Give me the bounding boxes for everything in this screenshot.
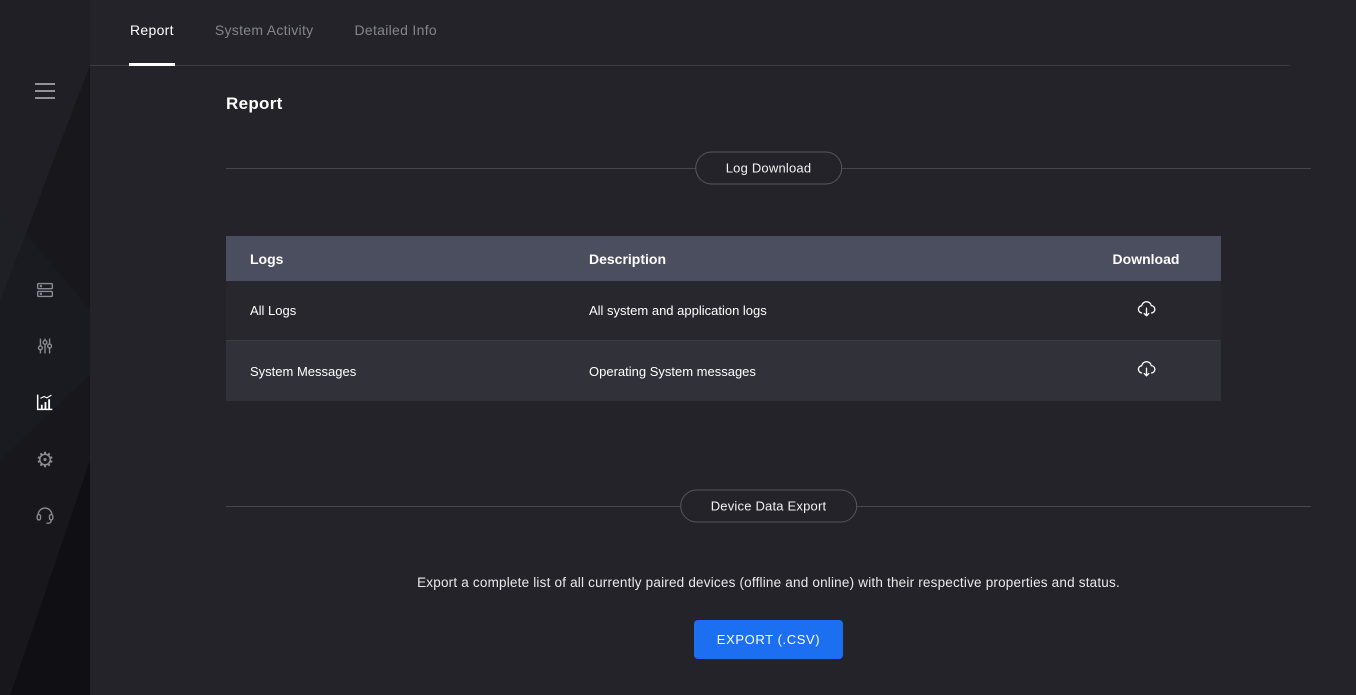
logs-table-header: Logs Description Download (226, 236, 1221, 281)
hamburger-icon (33, 82, 57, 105)
sidebar-item-devices[interactable] (25, 280, 65, 304)
download-button[interactable] (1131, 356, 1161, 386)
table-row: System Messages Operating System message… (226, 341, 1221, 401)
device-export-section-button[interactable]: Device Data Export (680, 490, 858, 523)
sidebar-item-settings[interactable]: ⚙ (25, 448, 65, 472)
sidebar-item-support[interactable] (25, 504, 65, 528)
sidebar-item-settings-tune[interactable] (25, 336, 65, 360)
sidebar-nav: ⚙ (0, 280, 90, 528)
headset-icon (34, 503, 56, 530)
cloud-download-icon (1136, 299, 1157, 323)
page-title: Report (226, 94, 1311, 114)
tab-report[interactable]: Report (129, 22, 175, 65)
device-export-section-divider: Device Data Export (226, 490, 1311, 522)
export-description: Export a complete list of all currently … (226, 575, 1311, 590)
log-name: System Messages (226, 364, 565, 379)
gear-icon: ⚙ (36, 450, 55, 471)
log-description: All system and application logs (565, 303, 1071, 318)
log-description: Operating System messages (565, 364, 1071, 379)
log-name: All Logs (226, 303, 565, 318)
log-download-section-button[interactable]: Log Download (695, 152, 843, 185)
chart-icon (34, 391, 56, 418)
log-download-section-divider: Log Download (226, 152, 1311, 184)
download-button[interactable] (1131, 296, 1161, 326)
logs-table: Logs Description Download All Logs All s… (226, 236, 1221, 401)
tab-detailed-info[interactable]: Detailed Info (353, 22, 438, 65)
cloud-download-icon (1136, 359, 1157, 383)
sidebar: ⚙ (0, 0, 90, 695)
column-header-description: Description (565, 251, 1071, 267)
content: Report Log Download Logs Description Dow… (90, 94, 1356, 659)
server-icon (34, 279, 56, 306)
tabs-bar: Report System Activity Detailed Info (90, 0, 1290, 66)
column-header-logs: Logs (226, 251, 565, 267)
hamburger-menu-button[interactable] (0, 78, 90, 108)
export-csv-button[interactable]: EXPORT (.CSV) (694, 620, 843, 659)
sliders-icon (34, 335, 56, 362)
table-row: All Logs All system and application logs (226, 281, 1221, 341)
column-header-download: Download (1071, 251, 1221, 267)
sidebar-item-reports[interactable] (25, 392, 65, 416)
tab-system-activity[interactable]: System Activity (214, 22, 315, 65)
main-area: Report System Activity Detailed Info Rep… (90, 0, 1356, 695)
